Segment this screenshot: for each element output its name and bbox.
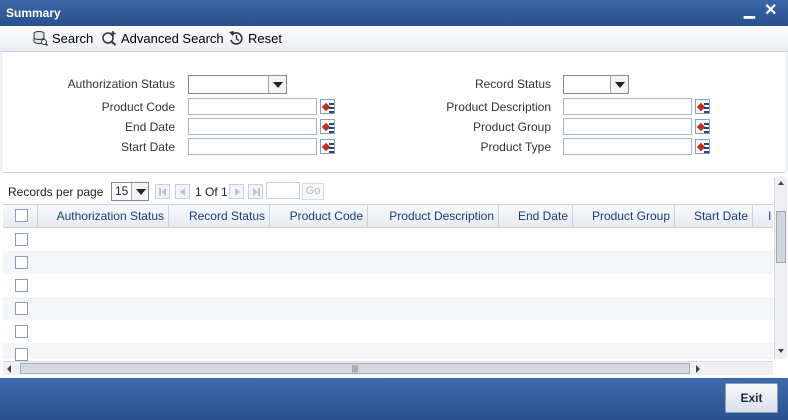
page-indicator: 1 Of 1	[195, 185, 228, 199]
results-grid: Records per page 15 1 Of 1 Go Authorizat…	[3, 172, 787, 378]
search-label: Search	[52, 31, 94, 46]
column-header[interactable]: Start Date	[675, 205, 753, 227]
column-header[interactable]: Authorization Status	[38, 205, 169, 227]
page-number-input[interactable]	[266, 182, 300, 199]
start-date-label: Start Date	[120, 140, 175, 154]
column-header[interactable]: I	[753, 205, 773, 227]
scroll-right-icon[interactable]	[691, 362, 705, 375]
authorization-status-label: Authorization Status	[67, 77, 175, 91]
row-checkbox[interactable]	[15, 279, 28, 292]
column-header[interactable]: Product Group	[573, 205, 675, 227]
row-checkbox[interactable]	[15, 325, 28, 338]
product-type-lov-icon[interactable]	[695, 139, 710, 154]
pager: Records per page 15 1 Of 1 Go	[3, 181, 773, 203]
chevron-down-icon	[610, 76, 628, 93]
product-code-lov-icon[interactable]	[320, 99, 335, 114]
first-page-icon[interactable]	[155, 184, 170, 199]
exit-button[interactable]: Exit	[725, 383, 778, 413]
column-header[interactable]: Product Description	[368, 205, 499, 227]
horizontal-scroll-thumb[interactable]: |||	[20, 363, 690, 374]
toolbar: Search Advanced Search Reset	[0, 26, 788, 52]
advanced-search-button[interactable]: Advanced Search	[101, 30, 224, 48]
vertical-scroll-thumb[interactable]	[776, 211, 786, 263]
table-row[interactable]	[3, 251, 773, 274]
start-date-input[interactable]	[188, 138, 317, 155]
search-criteria-form: Authorization Status Record Status Produ…	[0, 52, 788, 172]
scroll-down-icon[interactable]	[775, 345, 787, 357]
table-row[interactable]	[3, 343, 773, 361]
product-group-lov-icon[interactable]	[695, 119, 710, 134]
product-code-label: Product Code	[101, 100, 175, 114]
search-icon	[33, 31, 48, 46]
horizontal-scrollbar[interactable]: |||	[3, 361, 773, 375]
product-description-input[interactable]	[563, 98, 692, 115]
record-status-select[interactable]	[563, 75, 629, 94]
product-code-input[interactable]	[188, 98, 317, 115]
minimize-icon[interactable]: ▁	[744, 3, 756, 17]
title-bar: Summary ▁ ✕	[0, 0, 788, 26]
table-header: Authorization Status Record Status Produ…	[3, 204, 773, 228]
table-row[interactable]	[3, 228, 773, 251]
row-checkbox[interactable]	[15, 302, 28, 315]
footer-bar: Exit	[0, 378, 788, 420]
scroll-up-icon[interactable]	[775, 177, 787, 189]
row-checkbox[interactable]	[15, 348, 28, 361]
reset-label: Reset	[248, 31, 282, 46]
window-title: Summary	[6, 6, 61, 20]
scroll-left-icon[interactable]	[3, 362, 17, 375]
advanced-search-label: Advanced Search	[121, 31, 224, 46]
previous-page-icon[interactable]	[175, 184, 190, 199]
product-description-label: Product Description	[446, 100, 551, 114]
vertical-scrollbar[interactable]	[774, 177, 787, 359]
end-date-input[interactable]	[188, 118, 317, 135]
records-per-page-label: Records per page	[8, 185, 104, 199]
product-group-label: Product Group	[472, 120, 551, 134]
search-button[interactable]: Search	[32, 30, 93, 48]
records-per-page-select[interactable]: 15	[111, 182, 149, 201]
start-date-lov-icon[interactable]	[320, 139, 335, 154]
product-description-lov-icon[interactable]	[695, 99, 710, 114]
chevron-down-icon	[131, 183, 148, 200]
column-header[interactable]: Product Code	[270, 205, 368, 227]
table-row[interactable]	[3, 320, 773, 343]
go-button[interactable]: Go	[302, 183, 324, 200]
select-all-checkbox[interactable]	[15, 209, 28, 222]
end-date-lov-icon[interactable]	[320, 119, 335, 134]
row-checkbox[interactable]	[15, 233, 28, 246]
column-header[interactable]: Record Status	[169, 205, 270, 227]
select-all-cell	[3, 205, 38, 227]
chevron-down-icon	[268, 76, 286, 93]
reset-icon	[229, 31, 243, 45]
next-page-icon[interactable]	[229, 184, 244, 199]
product-type-input[interactable]	[563, 138, 692, 155]
table-row[interactable]	[3, 297, 773, 320]
authorization-status-select[interactable]	[188, 75, 287, 94]
advanced-search-icon	[102, 31, 117, 46]
summary-window: Summary ▁ ✕ Search Advanced Search Reset…	[0, 0, 788, 420]
row-checkbox[interactable]	[15, 256, 28, 269]
reset-button[interactable]: Reset	[228, 30, 282, 48]
end-date-label: End Date	[124, 120, 175, 134]
column-header[interactable]: End Date	[499, 205, 573, 227]
table-row[interactable]	[3, 274, 773, 297]
product-type-label: Product Type	[480, 140, 552, 154]
close-icon[interactable]: ✕	[764, 3, 778, 19]
product-group-input[interactable]	[563, 118, 692, 135]
last-page-icon[interactable]	[248, 184, 263, 199]
record-status-label: Record Status	[474, 77, 551, 91]
